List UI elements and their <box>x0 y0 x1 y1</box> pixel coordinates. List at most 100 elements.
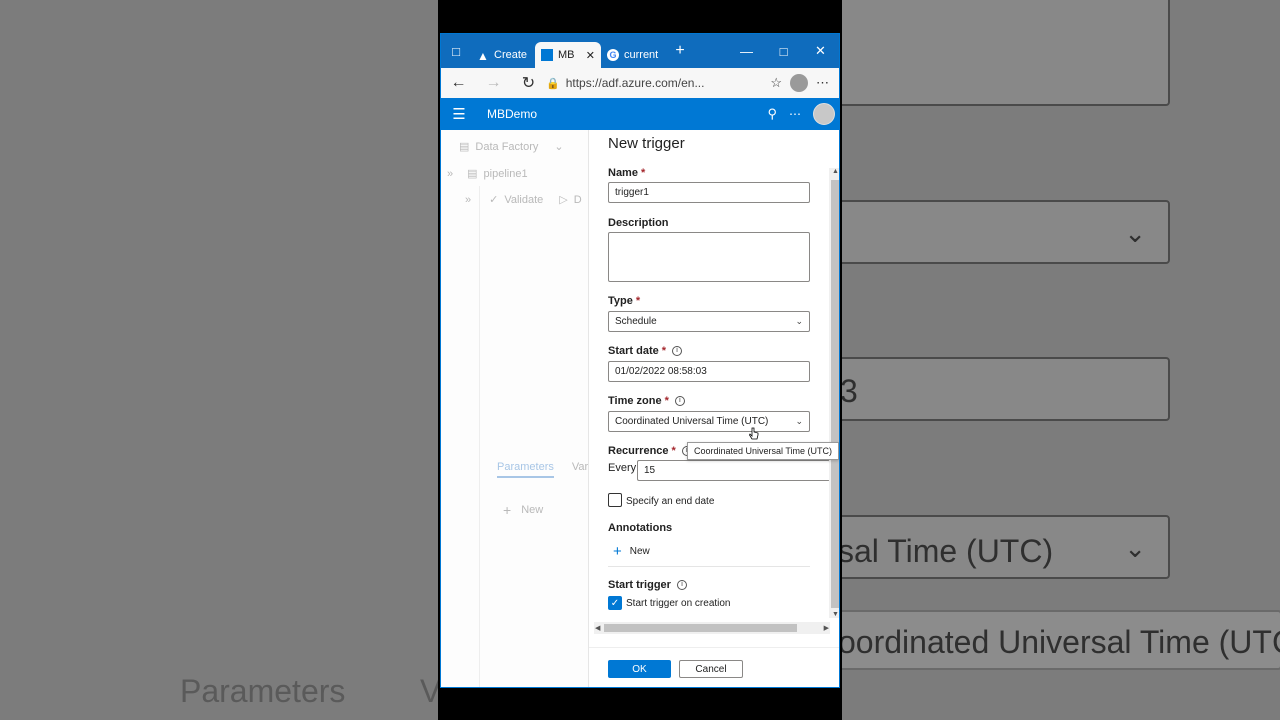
factory-left-pane: ▤ Data Factory ⌄ » ▤ pipeline1 » ✓ Valid… <box>441 130 588 687</box>
new-annotation-button[interactable]: + New <box>613 543 650 560</box>
maximize-icon[interactable]: □ <box>765 44 802 59</box>
required-marker: * <box>640 167 646 179</box>
close-window-icon[interactable]: ✕ <box>802 43 839 59</box>
adf-header-actions: ⚲ ⋯ <box>767 103 835 125</box>
debug-icon[interactable]: ▷ <box>559 193 567 206</box>
horizontal-scrollbar[interactable]: ◀ ▶ <box>594 622 830 634</box>
name-label: Name * <box>608 167 646 179</box>
bg-parameters-text: Parameters <box>180 673 346 709</box>
plus-icon: + <box>503 502 512 518</box>
timezone-label: Time zone * i <box>608 395 685 407</box>
annotations-divider <box>608 566 810 567</box>
start-date-input[interactable]: 01/02/2022 08:58:03 <box>608 361 810 382</box>
every-label: Every <box>608 462 637 474</box>
start-date-label: Start date * i <box>608 345 683 357</box>
bg-description-box <box>842 0 1170 106</box>
expand-left-icon[interactable]: » <box>465 194 471 206</box>
end-date-checkbox[interactable] <box>608 493 622 507</box>
browser-tab-current[interactable]: G current <box>601 42 665 68</box>
scroll-right-icon[interactable]: ▶ <box>824 624 829 632</box>
work-area: ▤ Data Factory ⌄ » ▤ pipeline1 » ✓ Valid… <box>441 130 839 687</box>
forward-icon[interactable]: → <box>476 74 511 92</box>
end-date-label: Specify an end date <box>626 496 715 507</box>
info-icon[interactable]: i <box>672 346 683 356</box>
bottom-tabs: Parameters Var <box>497 461 588 478</box>
timezone-select[interactable]: Coordinated Universal Time (UTC) ⌄ <box>608 411 810 432</box>
required-marker: * <box>664 395 669 407</box>
bg-startdate-box: 3 <box>842 357 1170 421</box>
recurrence-label: Recurrence* i <box>608 445 692 457</box>
phone-frame: □ ▲ Create MB ✕ G current + — □ ✕ ← → ↻ … <box>438 0 842 720</box>
address-bar-actions: ☆ ⋯ <box>770 74 839 92</box>
data-factory-icon <box>541 49 553 61</box>
factory-icon: ▤ <box>459 141 470 153</box>
favorite-icon[interactable]: ☆ <box>770 75 782 91</box>
scroll-down-icon[interactable]: ▼ <box>832 611 839 618</box>
start-on-creation-checkbox[interactable]: ✓ <box>608 596 622 610</box>
more-icon[interactable]: ⋯ <box>816 75 829 91</box>
scrollbar-thumb[interactable] <box>604 624 797 632</box>
bg-tooltip-box: oordinated Universal Time (UTC) <box>842 610 1280 670</box>
back-icon[interactable]: ← <box>441 74 476 92</box>
bg-type-box: ⌄ <box>842 200 1170 264</box>
address-bar: ← → ↻ 🔒 https://adf.azure.com/en... ☆ ⋯ <box>441 68 839 98</box>
mouse-cursor-icon <box>749 427 759 440</box>
browser-tab-bar: □ ▲ Create MB ✕ G current + — □ ✕ <box>441 34 839 68</box>
expand-icon: » <box>447 167 454 180</box>
scroll-up-icon[interactable]: ▲ <box>832 168 839 175</box>
new-parameter-button[interactable]: + New <box>503 502 543 518</box>
breadcrumb[interactable]: ▤ Data Factory ⌄ <box>459 140 564 154</box>
chevron-down-icon: ⌄ <box>795 416 803 426</box>
info-icon[interactable]: i <box>674 396 685 406</box>
user-avatar[interactable] <box>813 103 835 125</box>
required-marker: * <box>661 345 667 357</box>
window-controls: — □ ✕ <box>728 34 839 68</box>
parameters-tab[interactable]: Parameters <box>497 461 554 478</box>
footer-divider <box>589 647 839 648</box>
timezone-tooltip: Coordinated Universal Time (UTC) <box>687 442 839 460</box>
background-zoom-right: ⌄ 3 sal Time (UTC) ⌄ oordinated Universa… <box>842 0 1280 720</box>
chevron-down-icon: ⌄ <box>795 316 803 326</box>
pipeline-toolbar: » ✓ Validate ▷ D <box>465 193 582 207</box>
scroll-left-icon[interactable]: ◀ <box>595 624 600 632</box>
browser-tab-create[interactable]: ▲ Create <box>471 42 535 68</box>
url-field[interactable]: 🔒 https://adf.azure.com/en... <box>546 71 770 95</box>
lock-icon: 🔒 <box>546 77 560 90</box>
google-icon: G <box>607 49 619 61</box>
start-on-creation-label: Start trigger on creation <box>626 598 731 609</box>
minimize-icon[interactable]: — <box>728 44 765 59</box>
recurrence-interval-input[interactable]: 15 <box>637 460 830 481</box>
bg-timezone-text: sal Time (UTC) <box>842 533 1054 569</box>
required-marker: * <box>671 445 676 457</box>
profile-icon[interactable] <box>790 74 808 92</box>
required-marker: * <box>635 295 641 307</box>
cancel-button[interactable]: Cancel <box>679 660 743 678</box>
description-textarea[interactable] <box>608 232 810 282</box>
factory-name: MBDemo <box>487 107 538 121</box>
search-icon[interactable]: ⚲ <box>767 106 777 122</box>
variables-tab[interactable]: Var <box>572 461 588 478</box>
panel-title: New trigger <box>608 135 685 152</box>
new-tab-icon[interactable]: + <box>665 42 695 60</box>
scrollbar-thumb[interactable] <box>831 180 839 608</box>
vertical-scrollbar[interactable]: ▲ ▼ <box>829 168 839 618</box>
info-icon[interactable]: i <box>676 580 687 590</box>
type-label: Type * <box>608 295 641 307</box>
canvas-divider <box>479 186 480 687</box>
name-input[interactable]: trigger1 <box>608 182 810 203</box>
close-tab-icon[interactable]: ✕ <box>586 49 595 62</box>
adf-header: ☰ MBDemo ⚲ ⋯ <box>441 98 839 130</box>
hamburger-icon[interactable]: ☰ <box>441 105 477 123</box>
browser-tab-mb[interactable]: MB ✕ <box>535 42 601 68</box>
type-select[interactable]: Schedule ⌄ <box>608 311 810 332</box>
chevron-down-icon: ⌄ <box>554 141 564 153</box>
tab-actions-icon[interactable]: □ <box>441 44 471 59</box>
ok-button[interactable]: OK <box>608 660 671 678</box>
start-trigger-label: Start trigger i <box>608 579 687 591</box>
bg-v-text: V <box>420 673 438 709</box>
azure-icon: ▲ <box>477 49 489 63</box>
more-options-icon[interactable]: ⋯ <box>789 107 801 121</box>
validate-button[interactable]: Validate <box>504 194 543 206</box>
pipeline-tab[interactable]: » ▤ pipeline1 <box>447 167 528 181</box>
refresh-icon[interactable]: ↻ <box>511 73 546 93</box>
